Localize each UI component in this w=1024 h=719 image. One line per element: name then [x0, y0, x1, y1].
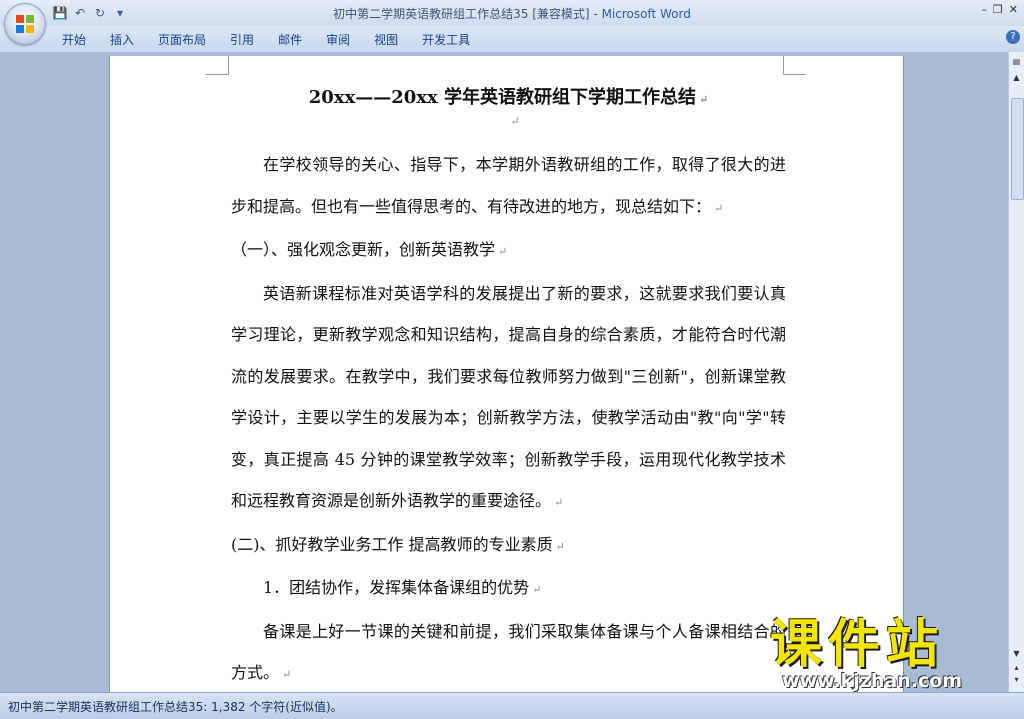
window-controls: – ❐ ✕ — [981, 3, 1018, 16]
section-heading: (二)、抓好教学业务工作 提高教师的专业素质 ↵ — [231, 524, 786, 568]
paragraph-mark-icon: ↵ — [714, 201, 724, 215]
paragraph-text: （一）、强化观念更新，创新英语教学 — [231, 240, 496, 259]
window-title: 初中第二学期英语教研组工作总结35 [兼容模式] - Microsoft Wor… — [0, 5, 1024, 22]
watermark-url: www.kjzhan.com — [782, 670, 963, 692]
document-name: 初中第二学期英语教研组工作总结35 [兼容模式] — [333, 7, 590, 21]
ribbon-tab[interactable]: 邮件 — [266, 30, 314, 50]
paragraph-text: 备课是上好一节课的关键和前提，我们采取集体备课与个人备课相结合的方式。 — [231, 621, 786, 683]
body-paragraph: 英语新课程标准对英语学科的发展提出了新的要求，这就要求我们要认真学习理论，更新教… — [231, 273, 786, 524]
body-paragraph: 备课是上好一节课的关键和前提，我们采取集体备课与个人备课相结合的方式。 ↵ — [231, 611, 786, 693]
section-heading: （一）、强化观念更新，创新英语教学 ↵ — [231, 229, 786, 273]
body-paragraph: 1．团结协作，发挥集体备课组的优势 ↵ — [231, 567, 786, 611]
ribbon-tab[interactable]: 页面布局 — [146, 30, 218, 50]
paragraph-mark-icon: ↵ — [554, 496, 564, 509]
ribbon-tab[interactable]: 视图 — [362, 30, 410, 50]
document-page[interactable]: 20xx——20xx 学年英语教研组下学期工作总结 ↵ ↵ 在学校领导的关心、指导… — [110, 56, 903, 692]
crop-mark-top-left — [206, 56, 229, 75]
scroll-up-icon[interactable]: ▲ — [1011, 72, 1022, 84]
paragraph-mark-icon: ↵ — [699, 93, 709, 106]
previous-page-icon[interactable]: ▴ — [1011, 662, 1022, 674]
title-separator: - — [589, 7, 602, 21]
paragraph-text: (二)、抓好教学业务工作 提高教师的专业素质 — [231, 534, 553, 554]
help-icon[interactable]: ? — [1006, 30, 1020, 44]
document-title: 20xx——20xx 学年英语教研组下学期工作总结 ↵ — [308, 87, 709, 108]
vertical-scrollbar[interactable]: ▤ ▲ ▼ ▴ ▾ — [1008, 52, 1024, 692]
paragraph-text: 1．团结协作，发挥集体备课组的优势 — [263, 578, 530, 597]
app-name: Microsoft Word — [601, 7, 691, 21]
minimize-icon[interactable]: – — [981, 3, 987, 16]
ribbon-tabs: 开始 插入 页面布局 引用 邮件 审阅 视图 开发工具 ? — [0, 26, 1024, 53]
paragraph-mark-icon: ↵ — [510, 115, 520, 128]
restore-icon[interactable]: ❐ — [993, 3, 1003, 16]
scrollbar-thumb[interactable] — [1011, 98, 1024, 200]
document-workspace: 20xx——20xx 学年英语教研组下学期工作总结 ↵ ↵ 在学校领导的关心、指导… — [0, 52, 1008, 692]
empty-paragraph: ↵ — [231, 114, 786, 144]
office-button[interactable] — [4, 3, 46, 45]
document-body[interactable]: 20xx——20xx 学年英语教研组下学期工作总结 ↵ ↵ 在学校领导的关心、指导… — [231, 78, 786, 692]
ribbon-tab[interactable]: 开发工具 — [410, 30, 482, 50]
next-page-icon[interactable]: ▾ — [1011, 674, 1022, 686]
office-logo-icon — [16, 15, 34, 33]
paragraph-mark-icon: ↵ — [532, 583, 542, 596]
paragraph-text: 在学校领导的关心、指导下，本学期外语教研组的工作，取得了很大的进步和提高。但也有… — [231, 155, 786, 216]
close-icon[interactable]: ✕ — [1009, 3, 1018, 16]
status-text: 初中第二学期英语教研组工作总结35: 1,382 个字符(近似值)。 — [8, 700, 343, 714]
paragraph-mark-icon: ↵ — [555, 539, 565, 553]
status-bar: 初中第二学期英语教研组工作总结35: 1,382 个字符(近似值)。 — [0, 692, 1024, 719]
body-paragraph: 在学校领导的关心、指导下，本学期外语教研组的工作，取得了很大的进步和提高。但也有… — [231, 144, 786, 229]
paragraph-mark-icon: ↵ — [282, 668, 292, 681]
scroll-down-icon[interactable]: ▼ — [1011, 648, 1022, 660]
paragraph-text: 英语新课程标准对英语学科的发展提出了新的要求，这就要求我们要认真学习理论，更新教… — [231, 283, 786, 511]
ribbon-tab[interactable]: 插入 — [98, 30, 146, 50]
paragraph-mark-icon: ↵ — [498, 245, 508, 258]
watermark-text: 课件站 — [770, 615, 945, 675]
ribbon-tab[interactable]: 开始 — [50, 30, 98, 50]
ruler-toggle-icon[interactable]: ▤ — [1011, 56, 1022, 68]
ribbon-tab[interactable]: 审阅 — [314, 30, 362, 50]
watermark-logo: 课件站 www.kjzhan.com — [770, 616, 1010, 692]
ribbon-tab[interactable]: 引用 — [218, 30, 266, 50]
title-bar: 💾 ↶ ↻ ▾ 初中第二学期英语教研组工作总结35 [兼容模式] - Micro… — [0, 0, 1024, 26]
crop-mark-top-right — [783, 56, 806, 75]
